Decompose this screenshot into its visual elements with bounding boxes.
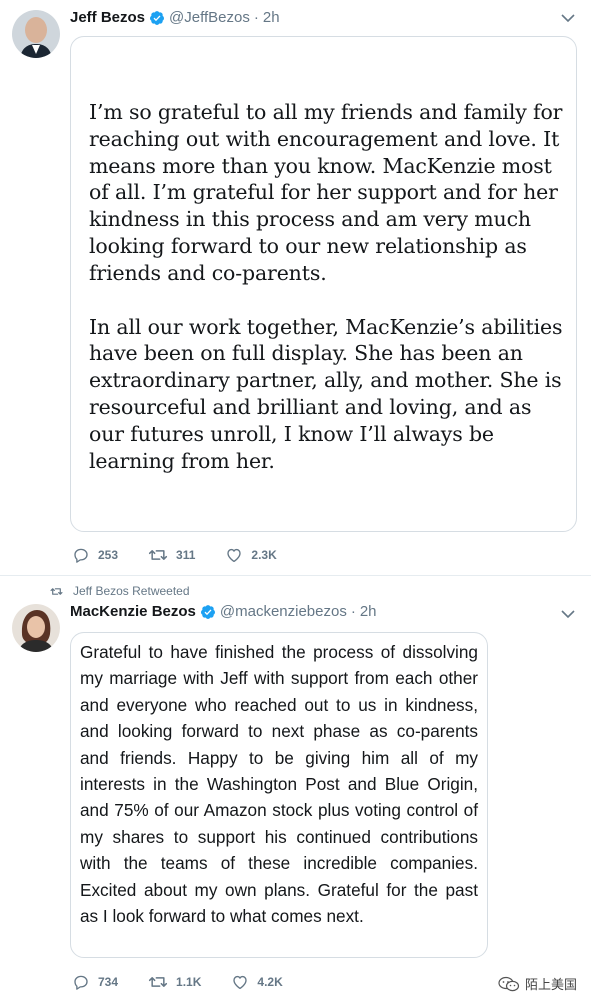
tweet-jeff: Jeff Bezos @JeffBezos · 2h I’m so gratef… [0, 0, 591, 576]
statement-text: I’m so grateful to all my friends and fa… [89, 99, 569, 501]
retweeted-by-label: Jeff Bezos Retweeted [73, 584, 190, 598]
reply-icon [74, 548, 88, 563]
verified-badge-icon [200, 604, 215, 619]
retweet-button[interactable]: 1.1K [148, 973, 201, 991]
author-handle[interactable]: @JeffBezos [169, 9, 250, 26]
statement-image-card[interactable]: Grateful to have finished the process of… [70, 632, 488, 958]
reply-button[interactable]: 253 [72, 546, 118, 564]
retweet-icon [148, 977, 168, 987]
tweet-mackenzie: Jeff Bezos Retweeted MacKenzie Bezos @ma… [0, 576, 591, 1007]
separator-dot: · [350, 603, 356, 620]
heart-icon [227, 548, 242, 563]
statement-image-card[interactable]: I’m so grateful to all my friends and fa… [70, 36, 577, 532]
like-button[interactable]: 2.3K [225, 546, 277, 564]
like-count: 2.3K [251, 548, 277, 562]
statement-paragraph: I’m so grateful to all my friends and fa… [89, 100, 563, 285]
watermark-text: 陌上美国 [524, 978, 577, 993]
author-name[interactable]: Jeff Bezos [70, 9, 145, 26]
retweet-button[interactable]: 311 [148, 546, 195, 564]
like-count: 4.2K [257, 975, 283, 989]
author-name[interactable]: MacKenzie Bezos [70, 603, 196, 620]
like-button[interactable]: 4.2K [231, 973, 283, 991]
tweet-header: Jeff Bezos @JeffBezos · 2h [70, 9, 280, 26]
chevron-down-icon[interactable] [561, 13, 575, 23]
statement-text: Grateful to have finished the process of… [80, 639, 478, 929]
separator-dot: · [253, 9, 259, 26]
tweet-header: MacKenzie Bezos @mackenziebezos · 2h [70, 603, 377, 620]
statement-paragraph: Grateful to have finished the process of… [80, 642, 478, 927]
tweet-actions: 253 311 2.3K [72, 546, 307, 564]
verified-badge-icon [150, 10, 165, 25]
chevron-down-icon[interactable] [561, 609, 575, 619]
retweet-icon [148, 550, 168, 560]
reply-button[interactable]: 734 [72, 973, 118, 991]
reply-count: 253 [98, 548, 119, 562]
watermark: 陌上美国 [498, 974, 577, 993]
avatar-mackenzie[interactable] [12, 604, 60, 652]
statement-paragraph: In all our work together, MacKenzie’s ab… [89, 314, 563, 473]
retweet-count: 1.1K [176, 975, 202, 989]
retweet-icon [50, 587, 63, 595]
avatar-jeff[interactable] [12, 10, 60, 58]
wechat-icon [498, 976, 520, 991]
tweet-time[interactable]: 2h [360, 603, 377, 620]
tweet-actions: 734 1.1K 4.2K [72, 973, 313, 991]
author-handle[interactable]: @mackenziebezos [220, 603, 347, 620]
retweet-count: 311 [176, 548, 196, 562]
reply-count: 734 [98, 975, 119, 989]
reply-icon [74, 975, 88, 990]
tweet-time[interactable]: 2h [263, 9, 280, 26]
retweeted-by[interactable]: Jeff Bezos Retweeted [50, 584, 190, 598]
heart-icon [233, 975, 248, 990]
